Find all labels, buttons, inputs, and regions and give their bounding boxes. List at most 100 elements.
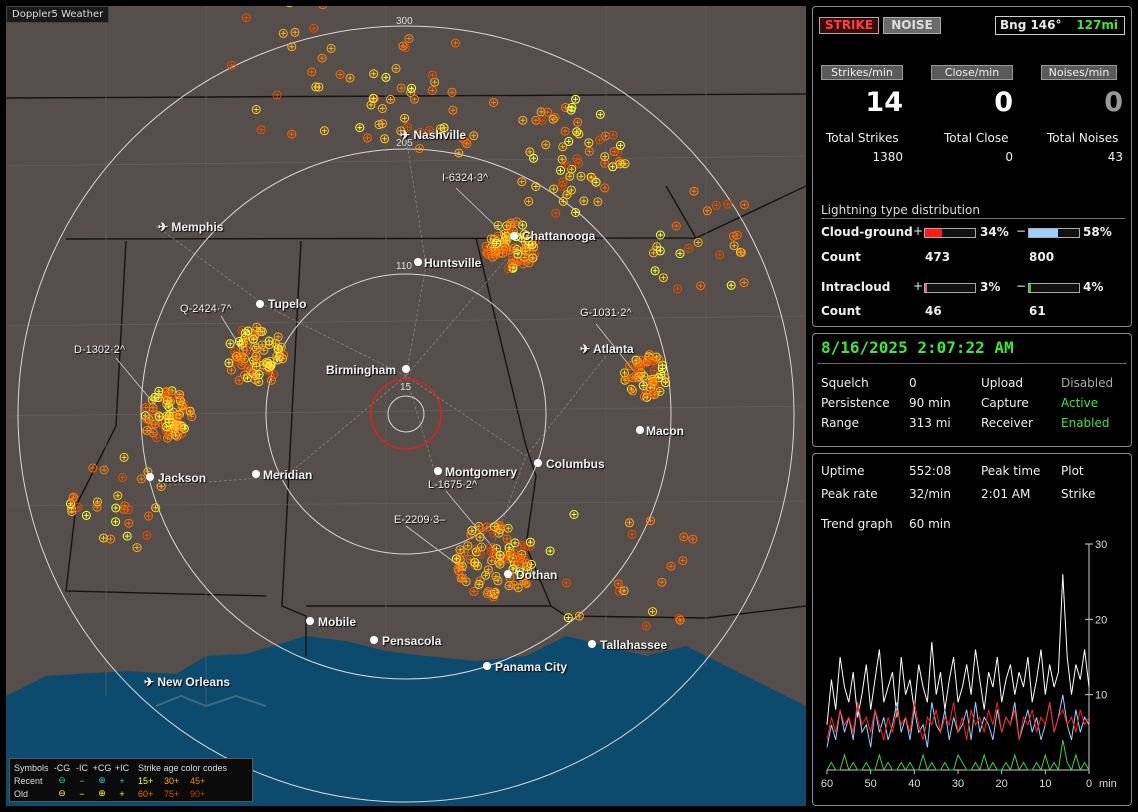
range-label-110: 110 [396, 261, 412, 272]
strike-symbol-mark [504, 536, 510, 542]
strike-symbol-mark [563, 580, 569, 586]
noises-per-min-header[interactable]: Noises/min [1041, 65, 1117, 80]
symbol-legend: Symbols -CG -IC +CG +IC Strike age color… [9, 758, 253, 802]
receiver-label: Receiver [981, 416, 1033, 430]
strike-symbol-mark [322, 6, 324, 8]
capture-label: Capture [981, 396, 1029, 410]
strike-stats-panel: STRIKE NOISE Bng 146° 127mi Strikes/min … [812, 6, 1132, 327]
total-noises-label: Total Noises [1047, 131, 1119, 145]
total-strikes-label: Total Strikes [826, 131, 899, 145]
strike-symbol-mark [121, 454, 127, 460]
strike-symbol-mark [476, 581, 482, 587]
x-tick-label: 10 [1039, 778, 1051, 790]
strike-symbol-mark [627, 520, 632, 526]
strike-symbol-mark [595, 199, 601, 205]
storm-label-g1031[interactable]: G-1031·2^ [580, 307, 632, 319]
storm-label-q2424[interactable]: Q-2424·7^ [180, 303, 232, 315]
strike-symbol-mark [615, 581, 621, 587]
storm-label-e2209[interactable]: E-2209·3– [394, 514, 445, 526]
strike-symbol-mark [227, 341, 233, 347]
strike-symbol-mark [101, 535, 106, 541]
pos-ic-recent-icon: + [119, 775, 125, 786]
squelch-value: 0 [909, 376, 917, 390]
strike-symbol-mark [347, 75, 353, 81]
strike-symbol-mark [113, 505, 119, 511]
peak-time-label: Peak time [981, 464, 1041, 478]
ic-positive-pct: 3% [980, 280, 1001, 294]
strike-symbol-mark [717, 252, 723, 258]
strike-symbol-mark [406, 36, 412, 42]
strike-symbol-mark [337, 72, 343, 77]
city-mobile: Mobile [318, 615, 356, 629]
strike-symbol-mark [417, 146, 422, 151]
city-atlanta: ✈ Atlanta [580, 342, 634, 356]
uptime-value: 552:08 [909, 464, 952, 478]
storm-label-l1675[interactable]: L-1675·2^ [428, 479, 477, 491]
strike-symbol-mark [602, 160, 608, 166]
strike-symbol-mark [243, 15, 249, 21]
strike-symbol-mark [69, 509, 75, 515]
strike-symbol-mark [533, 184, 539, 189]
strike-symbol-mark [610, 132, 616, 138]
strike-symbol-mark [83, 512, 89, 518]
strike-symbol-mark [741, 202, 747, 208]
city-meridian: Meridian [263, 468, 313, 482]
noises-per-min-value: 0 [1104, 87, 1123, 118]
strike-symbol-mark [523, 248, 529, 254]
strike-symbol-mark [657, 232, 663, 238]
ic-plus-sign: + [913, 279, 924, 293]
strike-symbol-mark [402, 115, 408, 121]
strike-symbol-mark [429, 88, 435, 93]
total-close-value: 0 [1005, 150, 1013, 164]
strike-symbol-mark [388, 96, 393, 102]
strike-symbol-mark [289, 44, 295, 50]
strike-symbol-mark [668, 563, 674, 569]
x-tick-label: 40 [908, 778, 920, 790]
total-strikes-value: 1380 [872, 150, 903, 164]
strike-symbol-mark [465, 543, 471, 549]
cloud-ground-label: Cloud-ground [821, 225, 913, 239]
strike-symbol-mark [124, 533, 130, 539]
status-divider [817, 363, 1127, 364]
close-per-min-header[interactable]: Close/min [931, 65, 1013, 80]
trend-panel: Uptime 552:08 Peak time Plot Peak rate 3… [812, 453, 1132, 806]
close-per-min-value: 0 [994, 87, 1013, 118]
cg-count-label: Count [821, 250, 861, 264]
pos-ic-old-icon: + [119, 788, 125, 799]
squelch-label: Squelch [821, 376, 869, 390]
strike-symbol-mark [629, 531, 635, 537]
upload-label: Upload [981, 376, 1024, 390]
storm-label-d1302[interactable]: D-1302·2^ [74, 344, 125, 356]
strike-symbol-mark [675, 286, 681, 292]
strikes-per-min-header[interactable]: Strikes/min [821, 65, 903, 80]
ic-positive-fill [925, 284, 927, 292]
strike-symbol-mark [321, 128, 327, 134]
city-tupelo: Tupelo [268, 297, 307, 311]
ic-negative-bar [1028, 283, 1080, 293]
persistence-value: 90 min [909, 396, 951, 410]
plot-value[interactable]: Strike [1061, 487, 1096, 501]
strike-symbol-mark [511, 550, 517, 556]
strike-symbol-mark [126, 520, 132, 526]
x-tick-label: 0 [1086, 778, 1092, 790]
strike-symbol-mark [586, 140, 592, 146]
pos-cg-old-icon: ⊕ [98, 788, 106, 798]
strike-symbol-mark [597, 137, 603, 143]
capture-value: Active [1061, 396, 1099, 410]
range-label: Range [821, 416, 860, 430]
strike-symbol-mark [673, 223, 679, 229]
x-tick-label: 50 [865, 778, 877, 790]
lightning-map[interactable]: Doppler5 Weather 300 205 110 15 ✈ Nashvi… [6, 6, 806, 806]
noise-mode-button[interactable]: NOISE [883, 17, 941, 34]
strike-symbol-mark [690, 536, 696, 542]
strike-symbol-mark [289, 131, 295, 137]
bearing-value: Bng 146° [1000, 18, 1062, 32]
strike-mode-button[interactable]: STRIKE [819, 17, 879, 34]
trend-graph-value[interactable]: 60 min [909, 517, 951, 531]
strike-symbol-mark [376, 122, 382, 128]
strike-symbol-mark [533, 117, 539, 123]
neg-ic-old-icon: − [79, 788, 85, 799]
storm-label-i6324[interactable]: I-6324·3^ [442, 172, 488, 184]
strike-symbol-mark [553, 210, 559, 216]
x-tick-label: 30 [952, 778, 964, 790]
